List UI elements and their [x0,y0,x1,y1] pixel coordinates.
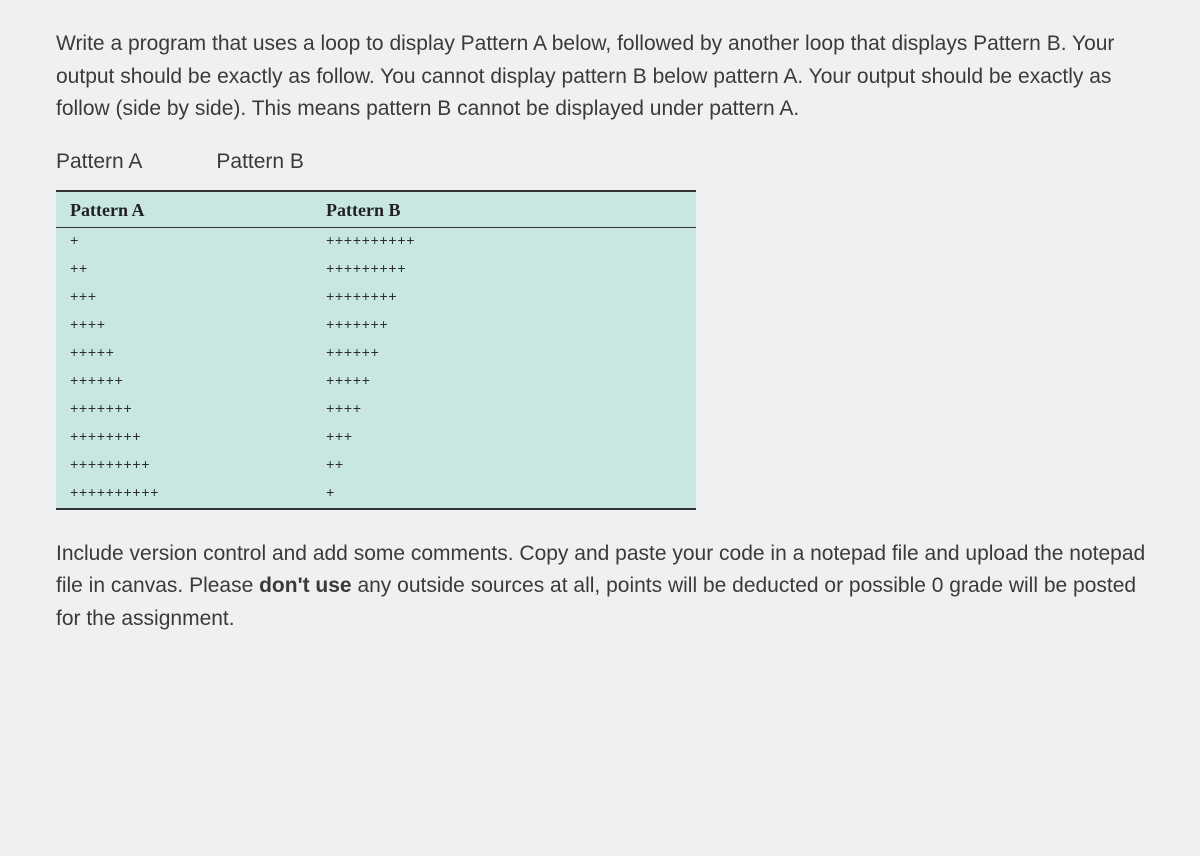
cell-a: ++++++ [56,368,312,396]
table-row: +++++++++++ [56,452,696,480]
cell-a: + [56,227,312,256]
header-pattern-b: Pattern B [312,192,696,228]
table-row: +++++++++++ [56,424,696,452]
table-row: +++++++++++ [56,368,696,396]
label-pattern-b: Pattern B [216,150,304,174]
cell-a: +++++ [56,340,312,368]
table-row: +++++++++++ [56,396,696,424]
table-row: +++++++++++ [56,227,696,256]
cell-a: +++ [56,284,312,312]
table-row: +++++++++++ [56,284,696,312]
cell-a: ++++ [56,312,312,340]
cell-a: ++ [56,256,312,284]
cell-b: +++++ [312,368,696,396]
cell-a: +++++++ [56,396,312,424]
table-body: +++++++++++ +++++++++++ +++++++++++ ++++… [56,227,696,509]
cell-b: + [312,480,696,509]
cell-b: ++++++++++ [312,227,696,256]
pattern-labels-row: Pattern A Pattern B [56,150,1152,174]
table-header-row: Pattern A Pattern B [56,192,696,228]
table-row: +++++++++++ [56,340,696,368]
cell-a: ++++++++ [56,424,312,452]
cell-a: ++++++++++ [56,480,312,509]
label-pattern-a: Pattern A [56,150,142,174]
cell-b: ++ [312,452,696,480]
pattern-table: Pattern A Pattern B +++++++++++ ++++++++… [56,192,696,510]
cell-b: ++++ [312,396,696,424]
cell-b: ++++++ [312,340,696,368]
assignment-page: Write a program that uses a loop to disp… [0,0,1200,663]
intro-paragraph: Write a program that uses a loop to disp… [56,28,1152,126]
cell-b: +++++++ [312,312,696,340]
cell-b: +++++++++ [312,256,696,284]
outro-bold: don't use [259,574,352,597]
header-pattern-a: Pattern A [56,192,312,228]
table-row: +++++++++++ [56,480,696,509]
cell-a: +++++++++ [56,452,312,480]
table-row: +++++++++++ [56,312,696,340]
table-row: +++++++++++ [56,256,696,284]
cell-b: +++ [312,424,696,452]
pattern-table-container: Pattern A Pattern B +++++++++++ ++++++++… [56,190,696,510]
outro-paragraph: Include version control and add some com… [56,538,1152,636]
cell-b: ++++++++ [312,284,696,312]
